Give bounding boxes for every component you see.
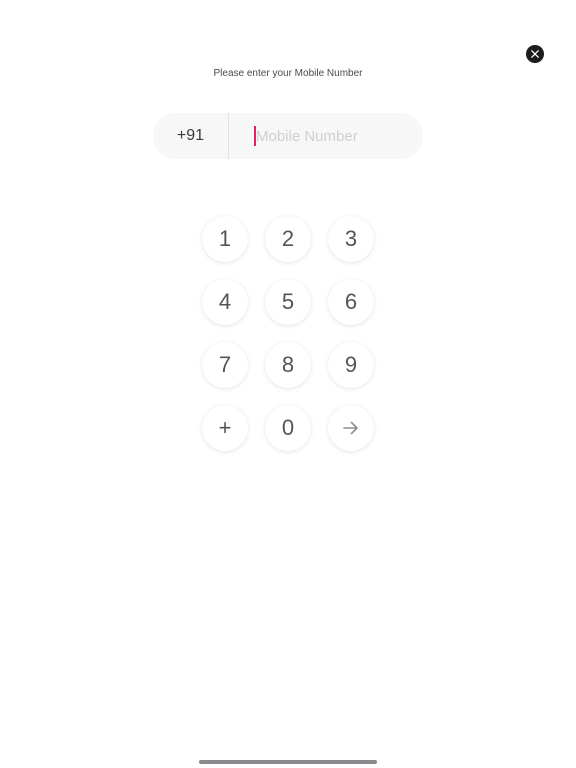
key-1[interactable]: 1 (202, 216, 248, 262)
mobile-number-wrapper (229, 113, 423, 159)
arrow-right-icon (343, 421, 359, 435)
home-indicator[interactable] (199, 760, 377, 764)
mobile-number-field: +91 (153, 113, 423, 159)
key-3[interactable]: 3 (328, 216, 374, 262)
close-icon (531, 50, 539, 58)
key-8[interactable]: 8 (265, 342, 311, 388)
key-2[interactable]: 2 (265, 216, 311, 262)
country-code-selector[interactable]: +91 (153, 113, 229, 159)
numeric-keypad: 1 2 3 4 5 6 7 8 9 + 0 (202, 216, 374, 451)
key-7[interactable]: 7 (202, 342, 248, 388)
key-plus[interactable]: + (202, 405, 248, 451)
key-6[interactable]: 6 (328, 279, 374, 325)
text-caret (254, 126, 256, 146)
key-4[interactable]: 4 (202, 279, 248, 325)
key-9[interactable]: 9 (328, 342, 374, 388)
close-button[interactable] (526, 45, 544, 63)
key-0[interactable]: 0 (265, 405, 311, 451)
page-title: Please enter your Mobile Number (213, 68, 363, 79)
mobile-number-input[interactable] (229, 113, 423, 159)
key-5[interactable]: 5 (265, 279, 311, 325)
submit-button[interactable] (328, 405, 374, 451)
